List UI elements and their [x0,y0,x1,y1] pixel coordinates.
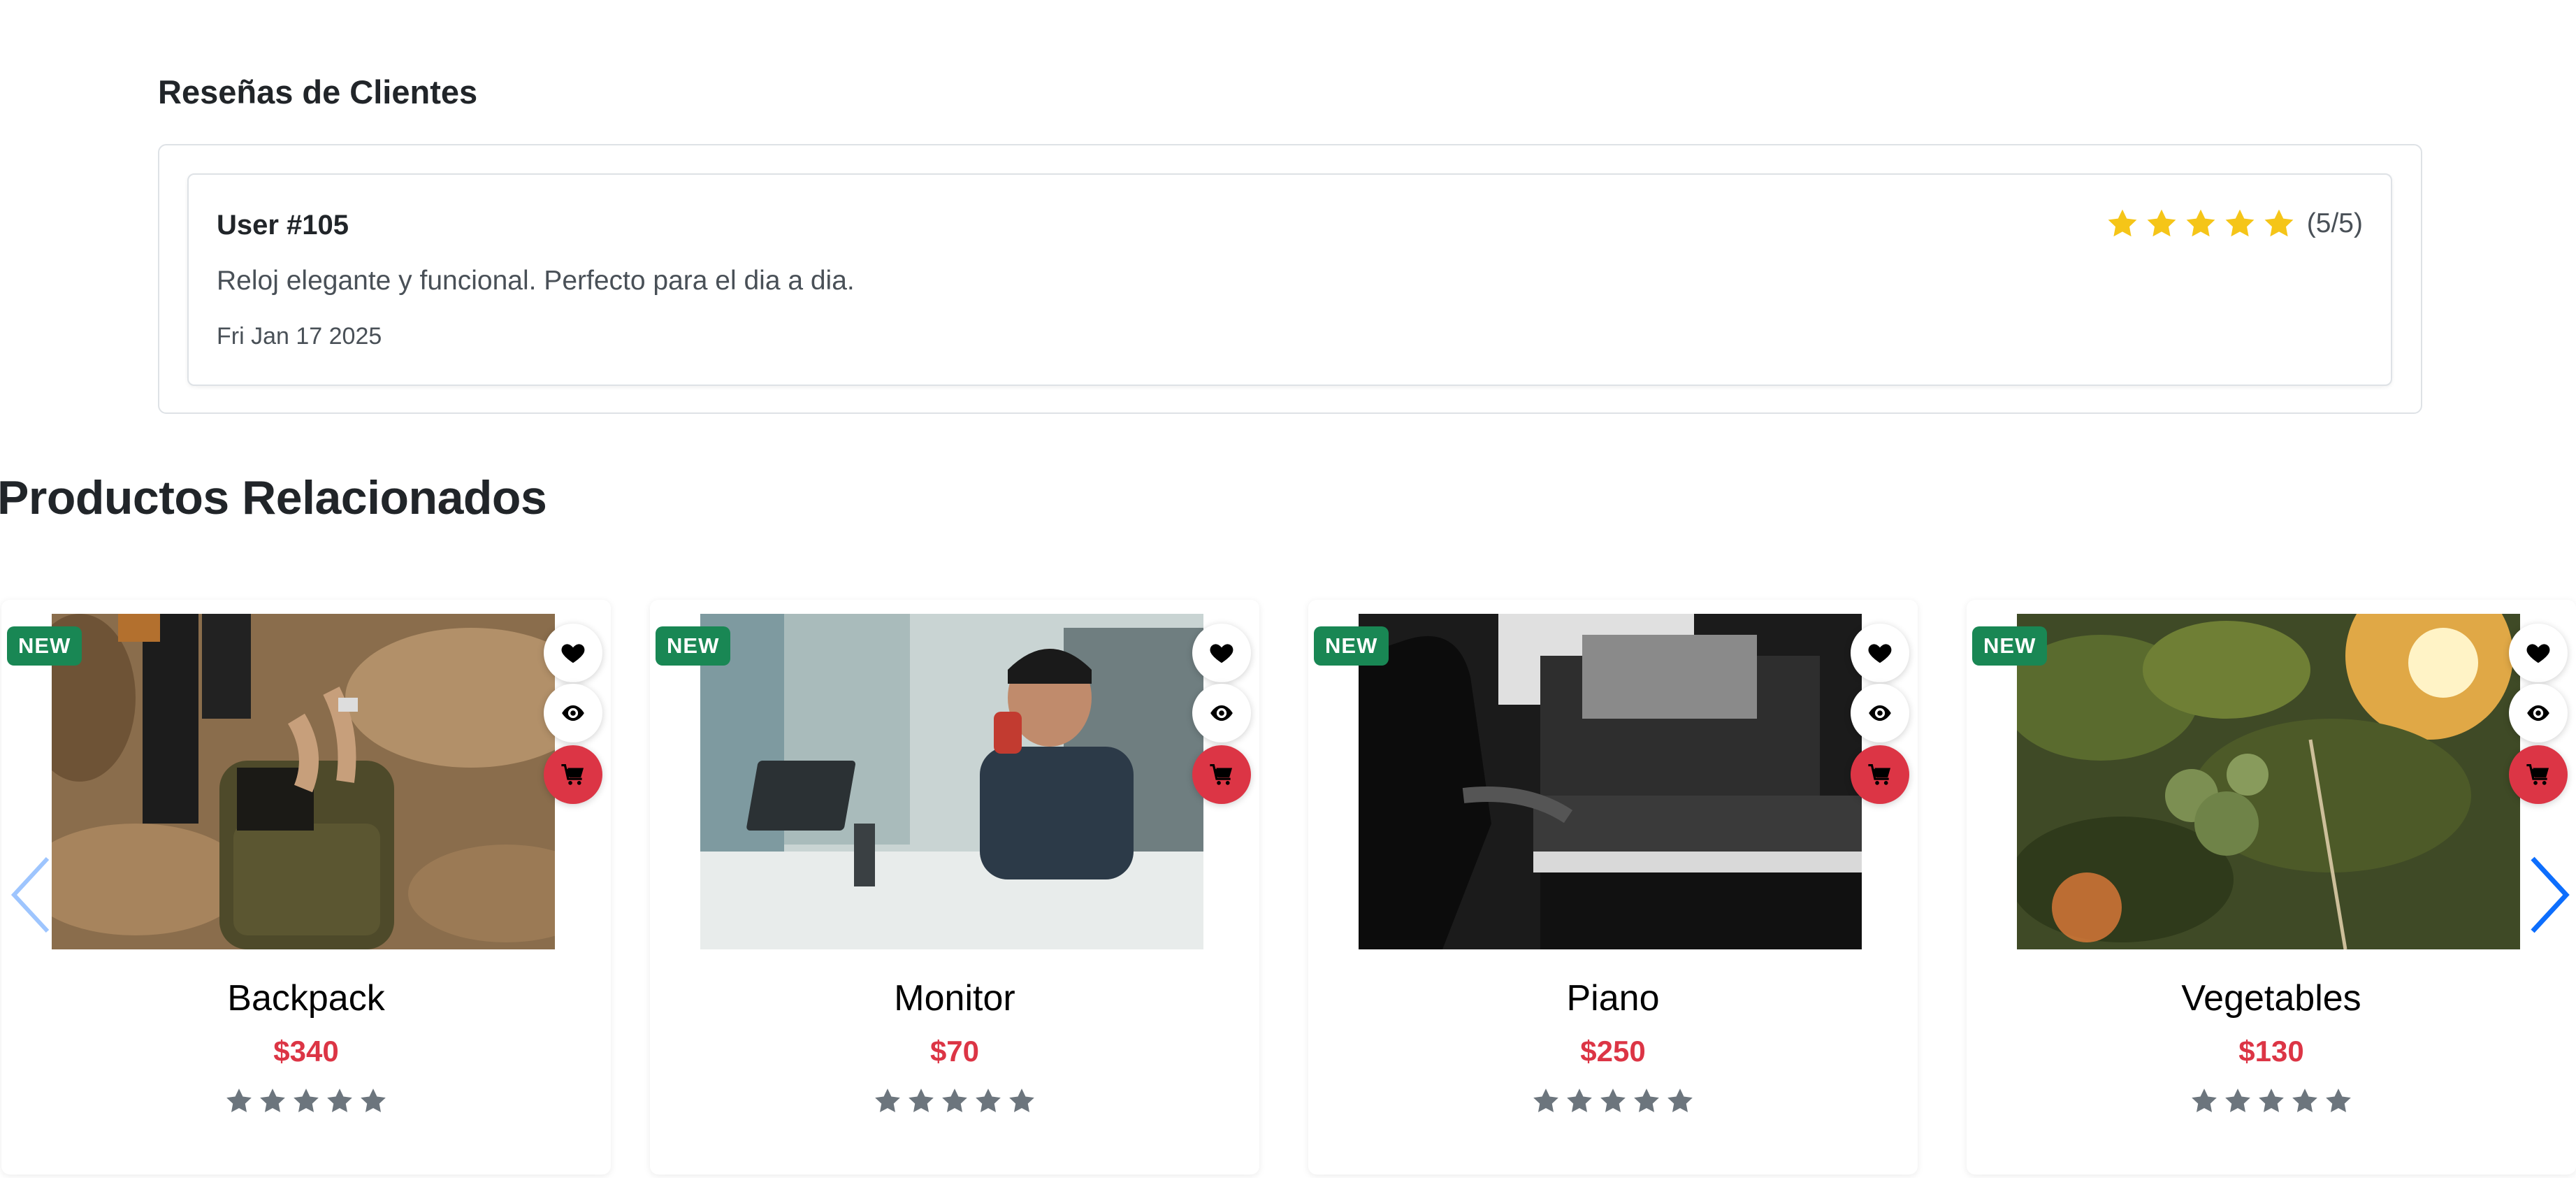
star-icon [291,1086,321,1116]
review-user: User #105 [217,210,349,240]
product-rating [650,1086,1259,1116]
product-card[interactable]: NEW Backpack $340 [1,600,611,1175]
star-icon [1598,1086,1628,1116]
star-icon [1665,1086,1695,1116]
product-name[interactable]: Monitor [650,977,1259,1019]
product-price: $250 [1580,1035,1646,1068]
star-icon [1632,1086,1661,1116]
cart-icon [1867,761,1893,788]
star-icon [258,1086,287,1116]
star-icon [2223,1086,2252,1116]
chevron-right-icon[interactable] [2524,853,2573,937]
product-price: $70 [929,1035,980,1068]
new-badge: NEW [656,626,731,666]
new-badge: NEW [1972,626,2048,666]
product-card[interactable]: NEW Monitor $70 [650,600,1259,1175]
star-icon [2145,207,2178,240]
product-price: $130 [2238,1035,2304,1068]
review-score: (5/5) [2306,208,2363,238]
wishlist-button[interactable] [1192,624,1251,682]
review-rating: (5/5) [2106,207,2363,240]
vegetables-photo[interactable] [2017,614,2520,949]
product-card[interactable]: NEW Piano $250 [1308,600,1918,1175]
chevron-left-icon[interactable] [7,853,56,937]
star-icon [2257,1086,2286,1116]
monitor-photo[interactable] [700,614,1203,949]
star-icon [2106,207,2139,240]
star-icon [974,1086,1003,1116]
star-icon [224,1086,254,1116]
star-icon [359,1086,388,1116]
product-rating [1967,1086,2576,1116]
star-icon [1565,1086,1594,1116]
wishlist-button[interactable] [1851,624,1909,682]
wishlist-button[interactable] [544,624,602,682]
cart-icon [560,761,586,788]
add-to-cart-button[interactable] [1851,745,1909,804]
review-date: Fri Jan 17 2025 [217,323,382,350]
product-name[interactable]: Backpack [1,977,611,1019]
backpack-photo[interactable] [52,614,555,949]
review-text: Reloj elegante y funcional. Perfecto par… [217,266,855,296]
star-icon [325,1086,354,1116]
star-icon [2262,207,2296,240]
product-name[interactable]: Piano [1308,977,1918,1019]
heart-icon [1867,640,1893,666]
add-to-cart-button[interactable] [544,745,602,804]
product-name[interactable]: Vegetables [1967,977,2576,1019]
product-rating [1,1086,611,1116]
cart-icon [1208,761,1235,788]
star-icon [2190,1086,2219,1116]
cart-icon [2525,761,2552,788]
eye-icon [560,700,586,726]
eye-icon [1867,700,1893,726]
star-icon [940,1086,969,1116]
quick-view-button[interactable] [1192,684,1251,742]
star-icon [2290,1086,2320,1116]
star-icon [1531,1086,1561,1116]
star-icon [2223,207,2257,240]
star-icon [906,1086,936,1116]
quick-view-button[interactable] [1851,684,1909,742]
heart-icon [2525,640,2552,666]
wishlist-button[interactable] [2509,624,2568,682]
star-icon [2324,1086,2353,1116]
quick-view-button[interactable] [544,684,602,742]
add-to-cart-button[interactable] [1192,745,1251,804]
eye-icon [1208,700,1235,726]
heart-icon [560,640,586,666]
product-rating [1308,1086,1918,1116]
new-badge: NEW [7,626,82,666]
review-card: User #105 (5/5) Reloj elegante y funcion… [187,173,2392,386]
quick-view-button[interactable] [2509,684,2568,742]
eye-icon [2525,700,2552,726]
star-icon [1007,1086,1036,1116]
heart-icon [1208,640,1235,666]
reviews-title: Reseñas de Clientes [158,73,478,110]
related-products-title: Productos Relacionados [0,471,547,524]
product-price: $340 [273,1035,339,1068]
new-badge: NEW [1314,626,1389,666]
add-to-cart-button[interactable] [2509,745,2568,804]
piano-photo[interactable] [1359,614,1862,949]
product-card[interactable]: NEW Vegetables $130 [1967,600,2576,1175]
star-icon [2184,207,2217,240]
star-icon [873,1086,902,1116]
reviews-container: User #105 (5/5) Reloj elegante y funcion… [158,144,2422,414]
